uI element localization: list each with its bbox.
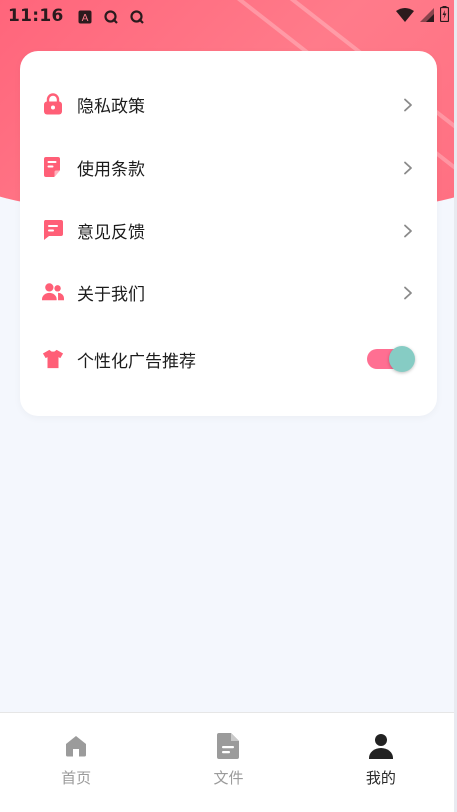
settings-item-label: 隐私政策 (77, 96, 145, 117)
chevron-right-icon (401, 97, 415, 112)
settings-item-terms-of-use[interactable]: 使用条款 (20, 139, 437, 195)
document-icon (42, 156, 64, 178)
users-icon (42, 281, 64, 303)
battery-charging-icon (439, 6, 450, 26)
screen: 11:16 A 隐私政策 使用条款 意见反馈 关于我们 个性化广告推荐 首页 文… (0, 0, 457, 812)
settings-card: 隐私政策 使用条款 意见反馈 关于我们 个性化广告推荐 (20, 51, 437, 416)
wifi-icon (396, 7, 414, 26)
file-icon (215, 733, 241, 759)
person-icon (368, 733, 394, 759)
keyboard-a-icon: A (78, 9, 92, 24)
tab-label: 我的 (365, 769, 396, 787)
settings-item-label: 意见反馈 (77, 222, 145, 243)
signal-icon (420, 7, 434, 26)
home-icon (63, 733, 89, 759)
tab-label: 文件 (213, 769, 244, 787)
status-time: 11:16 (8, 6, 64, 26)
status-bar: 11:16 A (0, 0, 457, 32)
search-q-icon (104, 9, 118, 24)
settings-item-label: 使用条款 (77, 159, 145, 180)
search-q-icon (130, 9, 144, 24)
chevron-right-icon (401, 160, 415, 175)
chevron-right-icon (401, 223, 415, 238)
tab-mine[interactable]: 我的 (305, 713, 457, 812)
bottom-tab-bar: 首页 文件 我的 (0, 712, 457, 812)
lock-icon (42, 93, 64, 115)
chevron-right-icon (401, 285, 415, 300)
personalized-ads-toggle[interactable] (367, 346, 415, 372)
settings-item-label: 关于我们 (77, 284, 145, 305)
tab-home[interactable]: 首页 (0, 713, 152, 812)
settings-item-label: 个性化广告推荐 (77, 351, 196, 372)
settings-item-about-us[interactable]: 关于我们 (20, 264, 437, 320)
settings-item-privacy-policy[interactable]: 隐私政策 (20, 76, 437, 132)
settings-item-personalized-ads: 个性化广告推荐 (20, 331, 437, 387)
message-icon (42, 219, 64, 241)
settings-item-feedback[interactable]: 意见反馈 (20, 202, 437, 258)
tab-label: 首页 (61, 769, 92, 787)
svg-text:A: A (81, 13, 88, 24)
toggle-knob (389, 346, 415, 372)
shirt-icon (42, 348, 64, 370)
tab-files[interactable]: 文件 (152, 713, 304, 812)
